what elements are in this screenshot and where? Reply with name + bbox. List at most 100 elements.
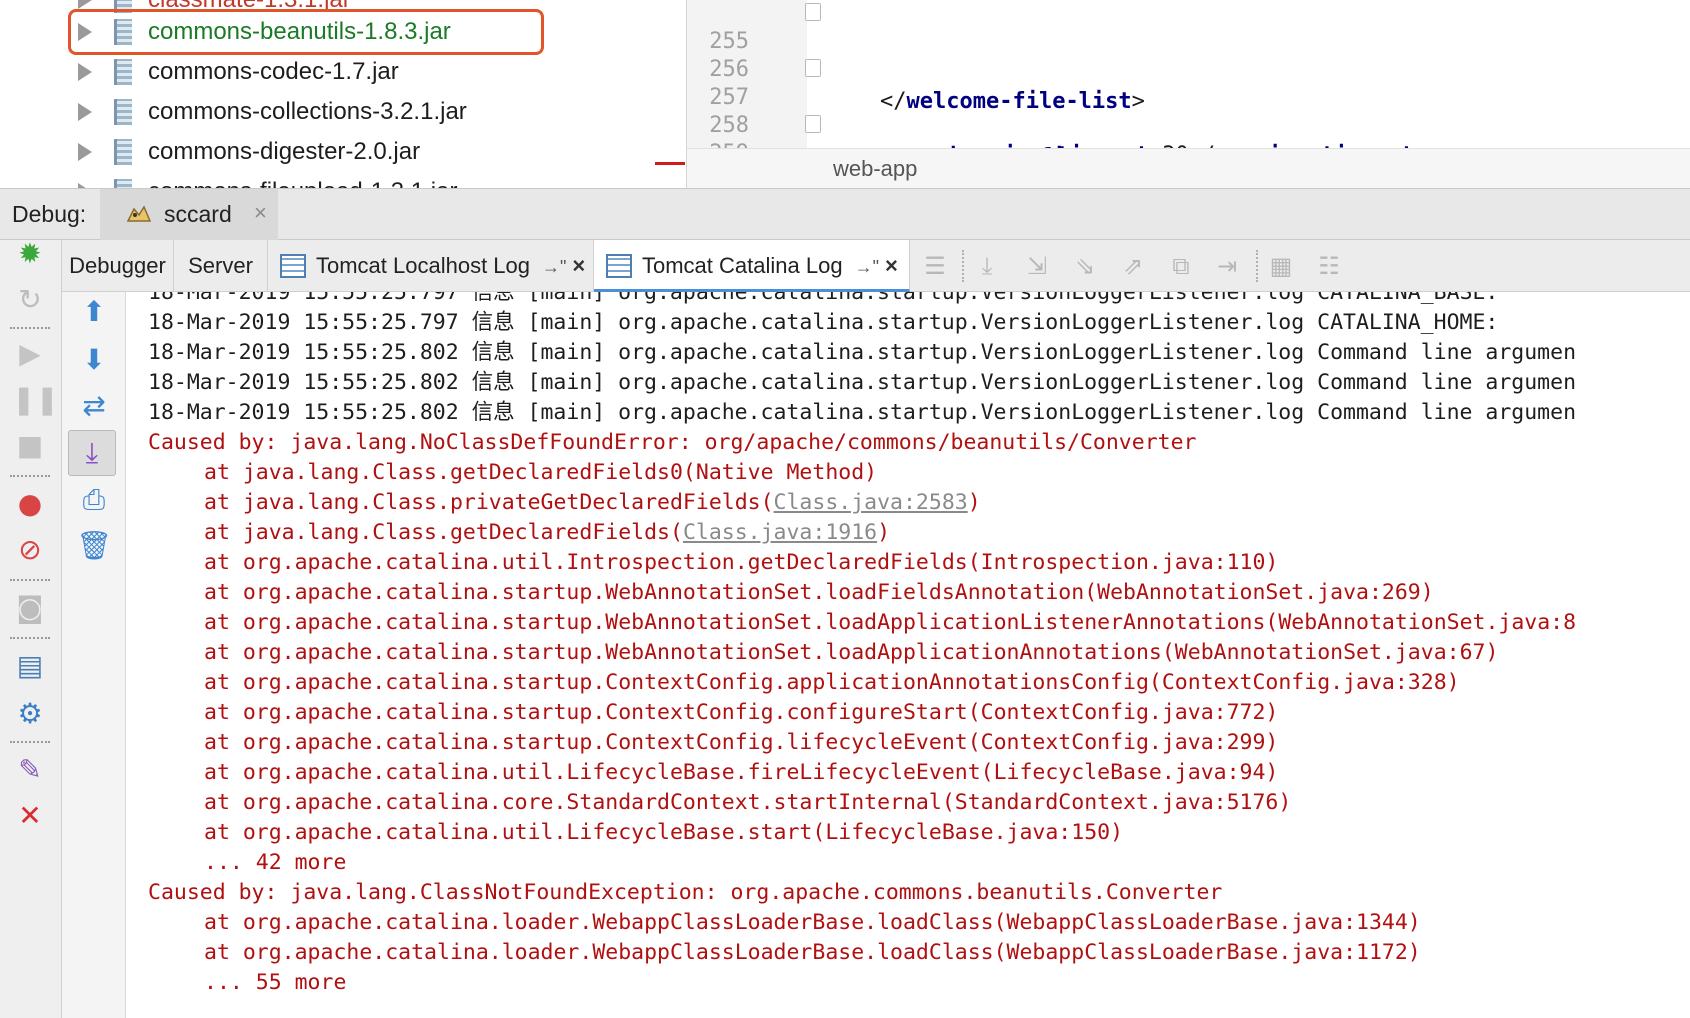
log-icon xyxy=(280,254,306,278)
debug-bug-icon[interactable]: ✹ xyxy=(12,236,48,272)
settings-gear-icon[interactable]: ⚙ xyxy=(12,696,48,732)
step-out-icon[interactable]: ⇗ xyxy=(1118,252,1148,280)
debug-side-toolbar: ✹ ↻ ▶ ❚❚ ■ ● ⊘ ◙ ▤ ⚙ ✎ ✕ xyxy=(0,237,62,1018)
console-output[interactable]: 18-Mar-2019 15:55:25.797 信息 [main] org.a… xyxy=(126,292,1690,1018)
fold-icon[interactable] xyxy=(805,59,821,77)
mute-breakpoints-icon[interactable]: ⊘ xyxy=(12,532,48,568)
breadcrumb-item[interactable]: web-app xyxy=(833,149,917,188)
expand-arrow-icon[interactable] xyxy=(78,0,92,9)
scroll-to-end-icon[interactable]: ⤓ xyxy=(68,430,116,476)
log-line: 18-Mar-2019 15:55:25.797 信息 [main] org.a… xyxy=(148,310,1499,335)
pin-icon[interactable]: ✎ xyxy=(12,752,48,788)
tree-item-label: commons-codec-1.7.jar xyxy=(148,58,399,85)
close-tab-icon[interactable]: × xyxy=(885,253,898,278)
trace-icon[interactable]: ☷ xyxy=(1314,252,1344,280)
pin-tab-icon[interactable]: →" xyxy=(542,257,566,277)
stack-trace-line: at org.apache.catalina.startup.WebAnnota… xyxy=(204,640,1499,665)
drop-frame-icon[interactable]: ⧉ xyxy=(1166,252,1196,280)
show-execution-point-icon[interactable]: ☰ xyxy=(920,252,950,280)
breadcrumb[interactable]: web-app xyxy=(687,148,1690,188)
close-tab-icon[interactable]: × xyxy=(572,253,585,278)
expand-arrow-icon[interactable] xyxy=(78,63,92,81)
tab-debugger[interactable]: Debugger xyxy=(62,240,174,292)
tab-label: Tomcat Catalina Log xyxy=(642,253,843,278)
tree-item[interactable]: commons-digester-2.0.jar xyxy=(78,134,420,170)
resume-icon[interactable]: ▶ xyxy=(12,336,48,372)
source-link[interactable]: Class.java:2583 xyxy=(774,490,968,515)
code-line[interactable]: 258 <session-timeout>30</session-timeout… xyxy=(687,81,1690,168)
jar-icon xyxy=(114,59,132,85)
fold-icon[interactable] xyxy=(805,115,821,133)
step-over-icon[interactable]: ⤓ xyxy=(972,252,1002,280)
stop-icon[interactable]: ■ xyxy=(12,428,48,464)
code-line[interactable]: 256 xyxy=(687,25,1690,82)
run-to-cursor-icon[interactable]: ⇥ xyxy=(1212,252,1242,280)
stack-trace-line: at org.apache.catalina.startup.WebAnnota… xyxy=(204,580,1434,605)
pin-tab-icon[interactable]: →" xyxy=(855,257,879,277)
expand-arrow-icon[interactable] xyxy=(78,143,92,161)
trash-icon[interactable]: 🗑 xyxy=(76,528,112,564)
stack-trace-line: ... 55 more xyxy=(204,970,347,995)
tab-tomcat-catalina-log[interactable]: Tomcat Catalina Log →" × xyxy=(594,240,910,292)
tree-item[interactable]: commons-codec-1.7.jar xyxy=(78,54,399,90)
stack-trace-line: at org.apache.catalina.startup.ContextCo… xyxy=(204,700,1279,725)
log-line: 18-Mar-2019 15:55:25.802 信息 [main] org.a… xyxy=(148,340,1577,365)
stack-trace-line: at org.apache.catalina.startup.ContextCo… xyxy=(204,730,1279,755)
close-icon[interactable]: × xyxy=(254,200,267,226)
tree-item-label: commons-collections-3.2.1.jar xyxy=(148,98,467,125)
code-line[interactable]: 255 </welcome-file-list> xyxy=(687,0,1690,114)
red-marker xyxy=(655,162,685,165)
layout-icon[interactable]: ▤ xyxy=(12,648,48,684)
close-icon[interactable]: ✕ xyxy=(12,798,48,834)
stack-trace-line: at org.apache.catalina.util.LifecycleBas… xyxy=(204,820,1124,845)
code-line[interactable]: 259 </session-config> xyxy=(687,109,1690,166)
debug-header: Debug: sccard × xyxy=(0,188,1690,241)
fold-icon[interactable] xyxy=(805,3,821,21)
jar-icon xyxy=(114,179,132,188)
stack-trace-line: at java.lang.Class.getDeclaredFields0(Na… xyxy=(204,460,878,485)
jar-icon xyxy=(114,99,132,125)
step-into-icon[interactable]: ⇲ xyxy=(1022,252,1052,280)
code-line[interactable]: 257 <session-config> xyxy=(687,53,1690,170)
console-side-toolbar: ⬆ ⬇ ⇄ ⤓ ⎙ 🗑 xyxy=(62,292,126,1018)
log-line: 18-Mar-2019 15:55:25.802 信息 [main] org.a… xyxy=(148,370,1577,395)
caused-by-line: Caused by: java.lang.ClassNotFoundExcept… xyxy=(148,880,1223,905)
source-link[interactable]: Class.java:1916 xyxy=(683,520,877,545)
highlight-box xyxy=(68,9,544,55)
arrow-up-icon[interactable]: ⬆ xyxy=(76,294,112,330)
expand-arrow-icon[interactable] xyxy=(78,103,92,121)
stack-trace-line: at org.apache.catalina.core.StandardCont… xyxy=(204,790,1292,815)
tab-tomcat-localhost-log[interactable]: Tomcat Localhost Log →" × xyxy=(268,240,594,292)
session-tab[interactable]: sccard × xyxy=(100,189,278,241)
view-breakpoints-icon[interactable]: ● xyxy=(12,486,48,522)
force-step-into-icon[interactable]: ⇘ xyxy=(1070,252,1100,280)
tab-server[interactable]: Server xyxy=(174,240,268,292)
log-line: 18-Mar-2019 15:55:25.797 信息 [main] org.a… xyxy=(148,292,1499,305)
tree-item[interactable]: commons-fileupload-1.3.1.jar xyxy=(78,174,457,188)
stack-trace-text: ) xyxy=(877,520,891,545)
tab-label: Debugger xyxy=(69,253,166,278)
xml-editor[interactable]: 255 </welcome-file-list> 256 257 <sessio… xyxy=(686,0,1690,188)
stack-trace-line: at org.apache.catalina.loader.WebappClas… xyxy=(204,940,1421,965)
stack-trace-text: at java.lang.Class.getDeclaredFields( xyxy=(204,520,683,545)
caused-by-line: Caused by: java.lang.NoClassDefFoundErro… xyxy=(148,430,1197,455)
session-label: sccard xyxy=(164,201,232,227)
rerun-icon[interactable]: ↻ xyxy=(12,282,48,318)
evaluate-expression-icon[interactable]: ▦ xyxy=(1266,252,1296,280)
stack-trace-text: ) xyxy=(967,490,981,515)
jar-icon xyxy=(114,139,132,165)
stack-trace-line: at org.apache.catalina.util.LifecycleBas… xyxy=(204,760,1279,785)
pause-icon[interactable]: ❚❚ xyxy=(12,382,59,418)
tree-item-label: commons-digester-2.0.jar xyxy=(148,138,421,165)
soft-wrap-icon[interactable]: ⇄ xyxy=(76,388,112,424)
print-icon[interactable]: ⎙ xyxy=(76,482,112,518)
stack-trace-line: at org.apache.catalina.util.Introspectio… xyxy=(204,550,1279,575)
arrow-down-icon[interactable]: ⬇ xyxy=(76,342,112,378)
tab-label: Tomcat Localhost Log xyxy=(316,253,531,278)
log-line: 18-Mar-2019 15:55:25.802 信息 [main] org.a… xyxy=(148,400,1577,425)
tree-item[interactable]: commons-collections-3.2.1.jar xyxy=(78,94,467,130)
camera-icon[interactable]: ◙ xyxy=(12,590,48,626)
stack-trace-line: at org.apache.catalina.loader.WebappClas… xyxy=(204,910,1421,935)
stack-trace-text: at java.lang.Class.privateGetDeclaredFie… xyxy=(204,490,774,515)
stack-trace-line: at org.apache.catalina.startup.WebAnnota… xyxy=(204,610,1577,635)
